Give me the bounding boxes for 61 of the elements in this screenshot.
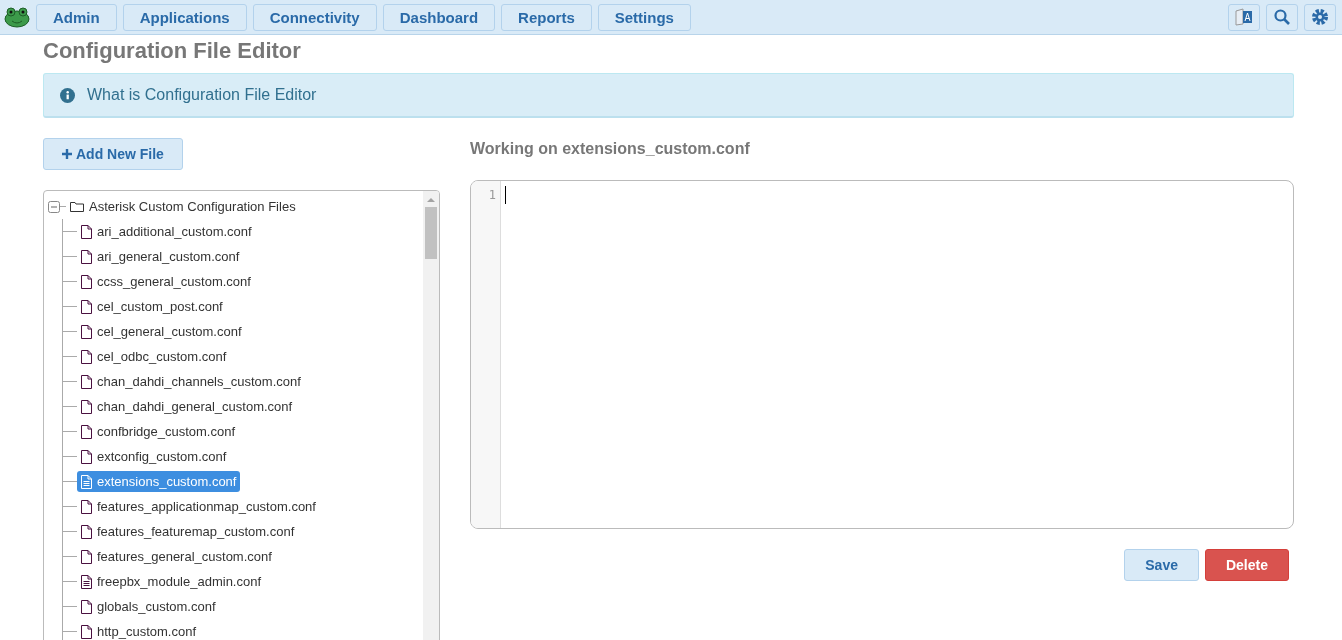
tree-file-item[interactable]: cel_general_custom.conf	[77, 321, 246, 342]
tree-file-item[interactable]: chan_dahdi_channels_custom.conf	[77, 371, 305, 392]
folder-icon	[70, 201, 84, 212]
file-icon	[81, 274, 92, 289]
tree-file-item[interactable]: globals_custom.conf	[77, 596, 220, 617]
tree-file-item[interactable]: ccss_general_custom.conf	[77, 271, 255, 292]
nav-menu-button[interactable]: Reports	[501, 3, 592, 31]
language-button[interactable]	[1228, 3, 1260, 31]
tree-folder[interactable]: Asterisk Custom Configuration Files	[66, 196, 300, 217]
tree-file-item[interactable]: ari_general_custom.conf	[77, 246, 244, 267]
nav-menu-button[interactable]: Settings	[597, 3, 691, 31]
file-icon	[81, 424, 92, 439]
file-icon	[81, 374, 92, 389]
line-number: 1	[487, 187, 496, 203]
frog-logo-icon[interactable]	[4, 6, 30, 28]
editor-heading: Working on extensions_custom.conf	[470, 139, 751, 159]
text-cursor	[505, 186, 506, 204]
document-icon	[81, 474, 92, 489]
page-title: Configuration File Editor	[43, 38, 302, 64]
add-file-button[interactable]: Add New File	[43, 138, 183, 170]
file-icon	[81, 524, 92, 539]
scrollbar-thumb[interactable]	[425, 207, 437, 259]
info-banner[interactable]: What is Configuration File Editor	[43, 73, 1294, 118]
file-icon	[81, 624, 92, 639]
nav-menu-button[interactable]: Admin	[36, 3, 117, 31]
file-icon	[81, 324, 92, 339]
save-button[interactable]: Save	[1124, 549, 1199, 581]
file-icon	[81, 349, 92, 364]
nav-menu-button[interactable]: Dashboard	[382, 3, 496, 31]
tree-file-item[interactable]: features_applicationmap_custom.conf	[77, 496, 320, 517]
file-icon	[81, 299, 92, 314]
tree-file-item[interactable]: ari_additional_custom.conf	[77, 221, 256, 242]
file-icon	[81, 499, 92, 514]
delete-button[interactable]: Delete	[1204, 549, 1289, 581]
file-icon	[81, 599, 92, 614]
tree-file-item[interactable]: cel_odbc_custom.conf	[77, 346, 231, 367]
file-icon	[81, 224, 92, 239]
settings-button[interactable]	[1304, 3, 1336, 31]
tree-file-item[interactable]: freepbx_module_admin.conf	[77, 571, 266, 592]
plus-icon	[62, 149, 72, 159]
file-icon	[81, 549, 92, 564]
tree-file-item[interactable]: extconfig_custom.conf	[77, 446, 231, 467]
info-icon	[60, 87, 75, 103]
nav-menu-button[interactable]: Connectivity	[252, 3, 377, 31]
tree-file-item[interactable]: features_featuremap_custom.conf	[77, 521, 299, 542]
search-button[interactable]	[1266, 3, 1298, 31]
info-text: What is Configuration File Editor	[87, 86, 317, 104]
tree-file-item[interactable]: cel_custom_post.conf	[77, 296, 227, 317]
collapse-icon[interactable]	[48, 200, 60, 213]
tree-file-item[interactable]: features_general_custom.conf	[77, 546, 276, 567]
translate-icon	[1235, 8, 1253, 26]
tree-file-item[interactable]: http_custom.conf	[77, 621, 200, 640]
file-icon	[81, 399, 92, 414]
tree-file-item[interactable]: chan_dahdi_general_custom.conf	[77, 396, 297, 417]
settings-icon	[1311, 8, 1329, 26]
tree-file-item[interactable]: confbridge_custom.conf	[77, 421, 240, 442]
file-icon	[81, 449, 92, 464]
file-icon	[81, 249, 92, 264]
nav-menu-button[interactable]: Applications	[122, 3, 247, 31]
document-icon	[81, 574, 92, 589]
search-icon	[1274, 9, 1290, 25]
